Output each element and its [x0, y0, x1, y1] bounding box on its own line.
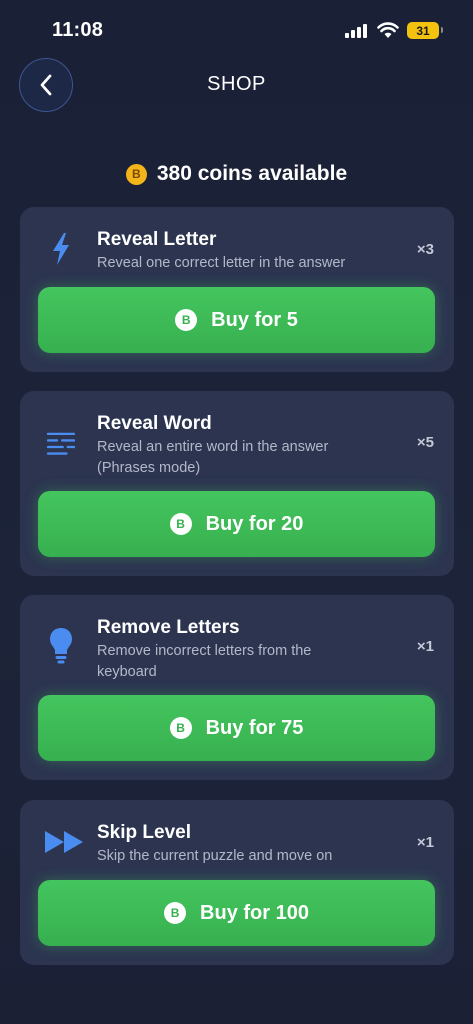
- shop-item-skip-level: Skip Level Skip the current puzzle and m…: [20, 800, 454, 965]
- buy-button-label: Buy for 20: [205, 512, 304, 535]
- item-description: Remove incorrect letters from the keyboa…: [97, 643, 312, 680]
- item-title: Reveal Word: [97, 413, 212, 434]
- lightning-bolt-icon: [46, 231, 76, 267]
- status-time: 11:08: [52, 19, 104, 41]
- status-bar: 11:08 31: [0, 0, 473, 58]
- buy-reveal-letter-button[interactable]: B Buy for 5: [38, 287, 435, 353]
- buy-button-label: Buy for 75: [205, 716, 304, 739]
- buy-reveal-word-button[interactable]: B Buy for 20: [38, 491, 435, 557]
- item-description: Reveal one correct letter in the answer: [97, 255, 346, 271]
- shop-item-reveal-word: Reveal Word Reveal an entire word in the…: [20, 391, 454, 576]
- coin-icon: B: [169, 513, 192, 535]
- lightbulb-icon: [46, 628, 76, 664]
- battery-icon: 31: [407, 22, 443, 39]
- wifi-icon: [377, 22, 399, 38]
- buy-remove-letters-button[interactable]: B Buy for 75: [38, 695, 435, 761]
- buy-button-label: Buy for 100: [200, 901, 309, 924]
- item-quantity: ×1: [416, 638, 434, 655]
- item-title: Reveal Letter: [97, 229, 217, 250]
- item-quantity: ×5: [416, 434, 434, 451]
- item-title: Skip Level: [97, 822, 191, 843]
- item-description: Skip the current puzzle and move on: [97, 848, 333, 864]
- buy-skip-level-button[interactable]: B Buy for 100: [38, 880, 435, 946]
- coin-icon: B: [169, 717, 192, 739]
- page-title: SHOP: [207, 73, 266, 95]
- shop-item-reveal-letter: Reveal Letter Reveal one correct letter …: [20, 207, 454, 372]
- coins-balance: B 380 coins available: [0, 162, 473, 186]
- shop-screen: 11:08 31 SHOP B 380 coins available Reve…: [0, 0, 473, 1024]
- item-title: Remove Letters: [97, 617, 240, 638]
- lines-icon: [46, 425, 76, 461]
- coin-icon: B: [164, 902, 187, 924]
- fast-forward-icon: [44, 824, 84, 860]
- coin-icon: B: [125, 163, 147, 185]
- item-quantity: ×3: [416, 241, 434, 258]
- item-description: Reveal an entire word in the answer (Phr…: [97, 439, 329, 476]
- shop-item-remove-letters: Remove Letters Remove incorrect letters …: [20, 595, 454, 780]
- coin-icon: B: [175, 309, 198, 331]
- buy-button-label: Buy for 5: [211, 308, 298, 331]
- item-quantity: ×1: [416, 834, 434, 851]
- cellular-signal-icon: [345, 24, 369, 38]
- battery-level: 31: [416, 23, 430, 38]
- coins-available-text: 380 coins available: [156, 162, 348, 185]
